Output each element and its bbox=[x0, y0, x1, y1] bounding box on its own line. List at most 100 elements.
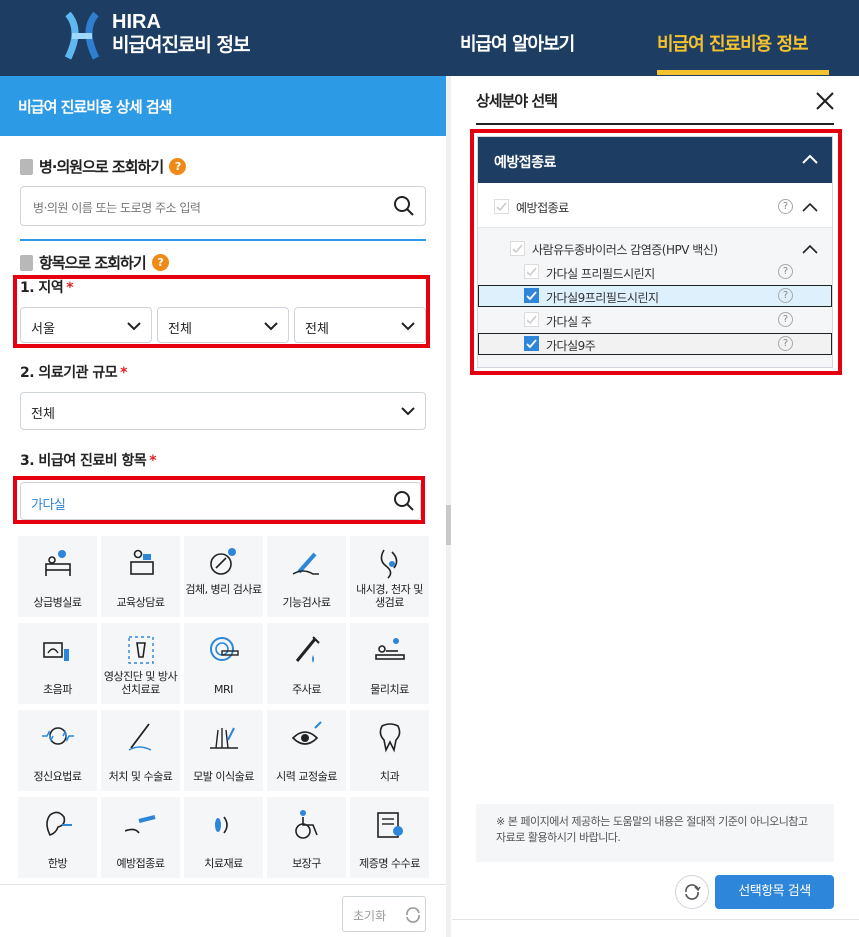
detail-field-title: 상세분야 선택 bbox=[476, 92, 558, 110]
hira-logo-icon[interactable] bbox=[64, 12, 100, 60]
building-icon bbox=[20, 158, 33, 175]
category-label: 검체, 병리 검사료 bbox=[185, 583, 262, 596]
nav-noncovered-cost-info[interactable]: 비급여 진료비용 정보 bbox=[657, 30, 809, 56]
scale-value: 전체 bbox=[31, 407, 55, 422]
endoscope-icon bbox=[380, 549, 398, 579]
category-label: 정신요법료 bbox=[33, 770, 82, 783]
category-label: 제증명 수수료 bbox=[359, 857, 420, 870]
scalpel-icon bbox=[128, 723, 152, 751]
category-assistive-device[interactable]: 보장구 bbox=[267, 797, 346, 878]
refresh-icon bbox=[685, 884, 701, 900]
section-divider bbox=[20, 239, 426, 241]
item-search-heading-text: 항목으로 조회하기 bbox=[39, 254, 147, 272]
item-label: 3. 비급여 진료비 항목 * bbox=[20, 450, 157, 470]
counseling-desk-icon bbox=[130, 549, 154, 575]
search-selected-button[interactable]: 선택항목 검색 bbox=[715, 875, 834, 909]
category-grid: 상급병실료 교육상담료 검체, 병리 검사료 기능검사료 내시경, 천자 및 생… bbox=[18, 536, 429, 878]
category-room-fee[interactable]: 상급병실료 bbox=[18, 536, 97, 617]
highlight-tree bbox=[470, 129, 842, 375]
required-mark: * bbox=[149, 453, 157, 469]
category-label: 보장구 bbox=[292, 857, 321, 870]
nav-learn-noncovered[interactable]: 비급여 알아보기 bbox=[460, 30, 575, 56]
category-imaging[interactable]: 영상진단 및 방사선치료료 bbox=[101, 623, 180, 704]
footer-divider bbox=[0, 884, 446, 885]
physical-therapy-icon bbox=[375, 638, 405, 660]
category-label: 기능검사료 bbox=[282, 596, 331, 609]
item-label-text: 3. 비급여 진료비 항목 bbox=[20, 453, 147, 469]
hair-transplant-icon bbox=[210, 727, 238, 749]
nav-active-indicator bbox=[657, 70, 829, 75]
category-ultrasound[interactable]: 초음파 bbox=[18, 623, 97, 704]
category-dental[interactable]: 치과 bbox=[350, 710, 429, 791]
category-education[interactable]: 교육상담료 bbox=[101, 536, 180, 617]
left-panel-title-bar: 비급여 진료비용 상세 검색 bbox=[0, 76, 446, 136]
category-surgery[interactable]: 처치 및 수술료 bbox=[101, 710, 180, 791]
hospital-bed-icon bbox=[45, 550, 71, 576]
mri-scanner-icon bbox=[210, 637, 239, 661]
category-physical-therapy[interactable]: 물리치료 bbox=[350, 623, 429, 704]
category-label: 처치 및 수술료 bbox=[108, 770, 173, 783]
highlight-region bbox=[13, 275, 430, 348]
category-label: 영상진단 및 방사선치료료 bbox=[103, 670, 178, 696]
category-label: 초음파 bbox=[43, 683, 72, 696]
category-endoscope[interactable]: 내시경, 천자 및 생검료 bbox=[350, 536, 429, 617]
site-header: HIRA 비급여진료비 정보 비급여 알아보기 비급여 진료비용 정보 bbox=[0, 0, 859, 76]
category-label: 치과 bbox=[379, 770, 400, 783]
category-certificate[interactable]: 제증명 수수료 bbox=[350, 797, 429, 878]
category-label: 모발 이식술료 bbox=[193, 770, 254, 783]
category-function-test[interactable]: 기능검사료 bbox=[267, 536, 346, 617]
acupuncture-ear-icon bbox=[46, 811, 72, 836]
category-label: 교육상담료 bbox=[116, 596, 165, 609]
category-hair-transplant[interactable]: 모발 이식술료 bbox=[184, 710, 263, 791]
hospital-search-placeholder: 병·의원 이름 또는 도로명 주소 입력 bbox=[33, 201, 201, 215]
highlight-item-search bbox=[13, 476, 425, 524]
scrollbar-thumb[interactable] bbox=[446, 505, 451, 545]
category-oriental[interactable]: 한방 bbox=[18, 797, 97, 878]
vaccine-arm-icon bbox=[125, 815, 156, 834]
eye-laser-icon bbox=[291, 721, 322, 745]
title-underline bbox=[476, 123, 834, 125]
category-label: 한방 bbox=[47, 857, 68, 870]
category-injection[interactable]: 주사료 bbox=[267, 623, 346, 704]
help-icon[interactable]: ? bbox=[169, 158, 187, 175]
category-vaccination[interactable]: 예방접종료 bbox=[101, 797, 180, 878]
logo-text[interactable]: HIRA 비급여진료비 정보 bbox=[112, 11, 250, 58]
scale-select[interactable]: 전체 bbox=[20, 392, 426, 430]
search-icon[interactable] bbox=[393, 195, 415, 217]
help-icon[interactable]: ? bbox=[151, 254, 169, 271]
hospital-search-heading-text: 병·의원으로 조회하기 bbox=[39, 158, 164, 176]
close-icon[interactable] bbox=[814, 90, 836, 112]
left-panel-title: 비급여 진료비용 상세 검색 bbox=[18, 98, 172, 116]
notice-box: ※ 본 페이지에서 제공하는 도움말의 내용은 절대적 기준이 아니오니참고자료… bbox=[476, 804, 834, 862]
wheelchair-icon bbox=[295, 810, 318, 839]
category-specimen[interactable]: 검체, 병리 검사료 bbox=[184, 536, 263, 617]
category-label: 시력 교정술료 bbox=[276, 770, 337, 783]
category-mri[interactable]: MRI bbox=[184, 623, 263, 704]
refresh-button[interactable] bbox=[675, 875, 709, 909]
reset-label: 초기화 bbox=[353, 909, 387, 923]
specimen-test-icon bbox=[210, 548, 236, 575]
reset-button[interactable]: 초기화 bbox=[342, 896, 426, 932]
logo-hira: HIRA bbox=[112, 11, 161, 33]
category-label: 예방접종료 bbox=[116, 857, 165, 870]
footer-divider bbox=[452, 919, 859, 920]
thermometer-hand-icon bbox=[292, 552, 319, 575]
category-label: 주사료 bbox=[292, 683, 321, 696]
certificate-icon bbox=[377, 812, 403, 838]
item-search-heading: 항목으로 조회하기 ? bbox=[20, 252, 169, 273]
category-label: MRI bbox=[214, 683, 233, 696]
category-vision-correction[interactable]: 시력 교정술료 bbox=[267, 710, 346, 791]
brain-wave-icon bbox=[42, 727, 74, 745]
category-treatment-material[interactable]: 치료재료 bbox=[184, 797, 263, 878]
hospital-search-input[interactable]: 병·의원 이름 또는 도로명 주소 입력 bbox=[20, 186, 426, 226]
category-psychotherapy[interactable]: 정신요법료 bbox=[18, 710, 97, 791]
list-icon bbox=[20, 254, 33, 271]
category-label: 물리치료 bbox=[370, 683, 409, 696]
category-label: 상급병실료 bbox=[33, 596, 82, 609]
treatment-material-icon bbox=[215, 816, 228, 834]
hospital-search-heading: 병·의원으로 조회하기 ? bbox=[20, 156, 187, 177]
chevron-down-icon bbox=[401, 407, 415, 416]
category-label: 치료재료 bbox=[204, 857, 243, 870]
syringe-icon bbox=[295, 636, 320, 663]
ultrasound-icon bbox=[43, 642, 69, 661]
